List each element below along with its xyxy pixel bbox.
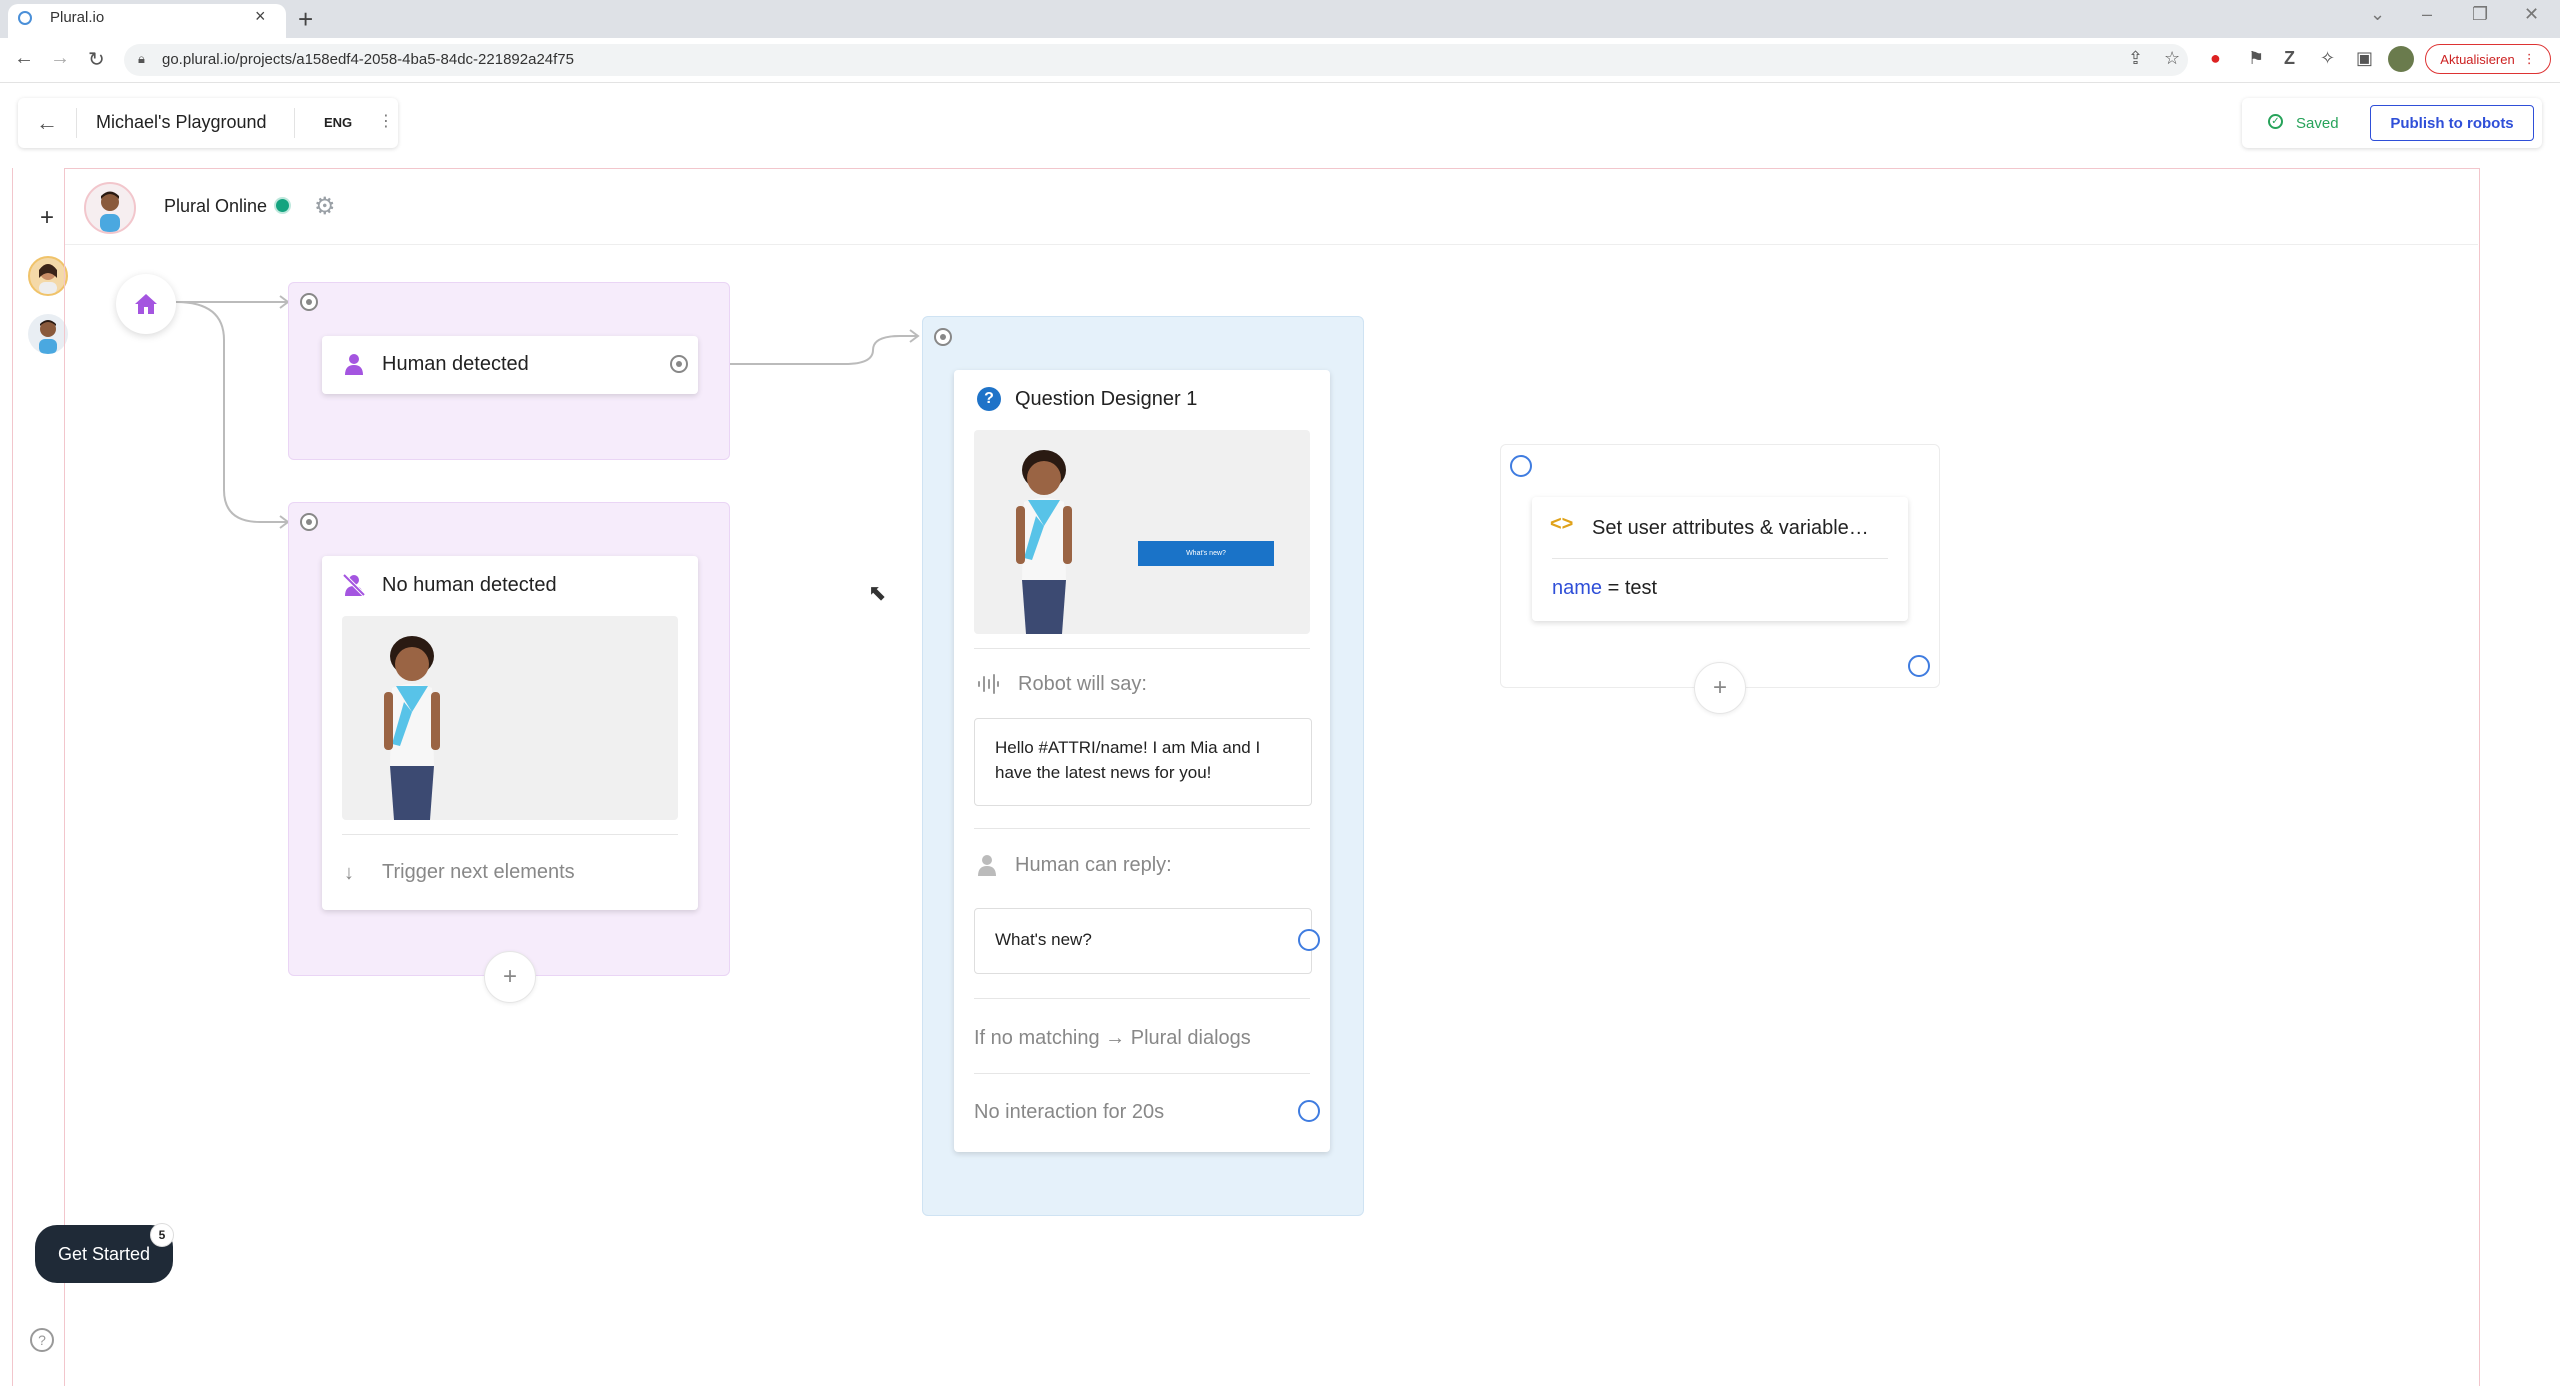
no-human-detected-title: No human detected [382,574,557,596]
person-icon [978,855,996,876]
human-can-reply-label: Human can reply: [1015,854,1172,876]
robot-character-image [1016,450,1072,634]
no-interaction-label[interactable]: No interaction for 20s [974,1101,1164,1124]
no-person-icon [342,573,366,597]
robot-character-image [384,636,440,820]
reply-output-port[interactable] [1298,929,1320,951]
robot-will-say-label: Robot will say: [1018,673,1147,695]
group-input-port[interactable] [300,513,318,531]
home-icon [135,294,157,314]
question-icon: ? [977,387,1001,411]
mouse-cursor-icon: ⬉ [868,580,887,605]
reply-option-text: What's new? [995,930,1092,949]
set-attributes-title: Set user attributes & variable… [1592,517,1869,539]
trigger-next-label[interactable]: Trigger next elements [382,861,575,884]
set-attributes-output-port[interactable] [1908,655,1930,677]
attribute-value: test [1624,577,1658,599]
human-detected-output-port[interactable] [670,355,688,373]
code-brackets-icon: <> [1550,513,1574,535]
divider [974,1073,1310,1074]
set-attributes-card[interactable] [1532,497,1908,621]
reply-option-field[interactable]: What's new? [974,908,1312,974]
assign-operator: = [1602,577,1625,599]
group-input-port[interactable] [934,328,952,346]
arrow-down-icon: ↓ [344,862,354,884]
robot-says-text: Hello #ATTRI/name! I am Mia and I have t… [995,738,1261,782]
help-icon[interactable]: ? [30,1328,54,1352]
group-input-port[interactable] [1510,455,1532,477]
start-node[interactable] [116,274,176,334]
no-interaction-output-port[interactable] [1298,1100,1320,1122]
get-started-badge: 5 [150,1223,174,1247]
sound-wave-icon [978,674,999,694]
attribute-name: name [1552,577,1603,599]
person-icon [345,354,363,375]
divider [342,834,678,835]
human-detected-title: Human detected [382,353,529,375]
preview-whats-new-button: What's new? [1138,541,1274,566]
divider [974,828,1310,829]
no-match-fallback-label[interactable]: If no matching → Plural dialogs [974,1027,1251,1050]
add-element-button[interactable]: + [484,951,536,1003]
add-element-button[interactable]: + [1694,662,1746,714]
question-designer-title: Question Designer 1 [1015,388,1198,410]
divider [974,648,1310,649]
divider [974,998,1310,999]
robot-says-field[interactable]: Hello #ATTRI/name! I am Mia and I have t… [974,718,1312,806]
divider [1552,558,1888,559]
screen-preview-image [974,430,1310,634]
attribute-assignment: name = test [1552,577,1657,600]
group-input-port[interactable] [300,293,318,311]
avatar-preview-image [342,616,678,820]
